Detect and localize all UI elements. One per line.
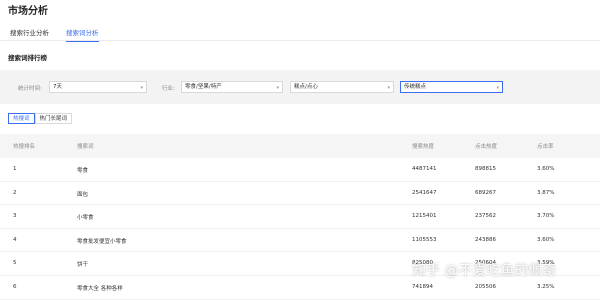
header-ctr[interactable]: 点击率 xyxy=(537,142,554,150)
page-title: 市场分析 xyxy=(8,6,48,17)
header-word[interactable]: 搜索词 xyxy=(77,142,94,150)
subcategory-select-value: 传统糕点 xyxy=(404,84,427,90)
header-click-heat[interactable]: 点击热度 xyxy=(475,142,497,150)
heat-cell: 741894 xyxy=(412,283,433,290)
word-cell[interactable]: 零食 xyxy=(77,166,88,174)
rank-cell: 2 xyxy=(13,189,17,196)
word-cell[interactable]: 饼干 xyxy=(77,260,88,268)
heat-cell: 2541647 xyxy=(412,189,437,196)
period-select-value: 7天 xyxy=(53,84,62,90)
rank-cell: 1 xyxy=(13,166,17,172)
header-rank[interactable]: 热搜排名 xyxy=(13,142,35,150)
word-cell[interactable]: 面包 xyxy=(77,190,88,198)
ctr-cell: 3.60% xyxy=(537,166,555,172)
table-header: 热搜排名 搜索词 搜索热度 点击热度 点击率 xyxy=(0,134,600,158)
table-row[interactable]: 4 零食批发便宜小零食 1105553 243886 3.60% xyxy=(0,229,600,253)
filter-bar: 统计时间: 7天 ▾ 行业: 零食/坚果/特产 ▾ 糕点/点心 ▾ 传统糕点 ▾ xyxy=(0,70,600,104)
category-select[interactable]: 糕点/点心 ▾ xyxy=(290,81,394,93)
period-label: 统计时间: xyxy=(18,86,42,92)
word-cell[interactable]: 小零食 xyxy=(77,213,94,221)
click-heat-cell: 898815 xyxy=(475,166,496,172)
tab-hot-words[interactable]: 热搜词 xyxy=(8,113,35,124)
table-row[interactable]: 3 小零食 1215401 237562 3.70% xyxy=(0,205,600,229)
click-heat-cell: 689267 xyxy=(475,189,496,196)
click-heat-cell: 237562 xyxy=(475,213,496,220)
click-heat-cell: 205506 xyxy=(475,283,496,290)
rank-cell: 4 xyxy=(13,236,17,243)
heat-cell: 1105553 xyxy=(412,236,437,243)
header-heat[interactable]: 搜索热度 xyxy=(412,142,434,150)
ctr-cell: 3.25% xyxy=(537,283,555,290)
ctr-cell: 3.70% xyxy=(537,213,555,220)
word-cell[interactable]: 零食大全 各种各样 xyxy=(77,284,123,292)
word-cell[interactable]: 零食批发便宜小零食 xyxy=(77,237,127,245)
table-row[interactable]: 2 面包 2541647 689267 3.87% xyxy=(0,182,600,206)
chevron-down-icon: ▾ xyxy=(140,85,143,91)
period-select[interactable]: 7天 ▾ xyxy=(49,81,147,93)
subcategory-select[interactable]: 传统糕点 ▾ xyxy=(400,81,503,93)
chevron-down-icon: ▾ xyxy=(276,85,279,91)
word-type-tabs: 热搜词 热门长尾词 xyxy=(8,113,73,124)
watermark: 知乎 @不爱吃鱼的佩奇 xyxy=(412,263,557,279)
category-select-value: 糕点/点心 xyxy=(294,84,318,90)
section-title: 搜索词排行榜 xyxy=(8,54,47,62)
rank-cell: 5 xyxy=(13,260,17,267)
table-row[interactable]: 1 零食 4487141 898815 3.60% xyxy=(0,158,600,182)
ctr-cell: 3.87% xyxy=(537,189,555,196)
industry-label: 行业: xyxy=(162,86,175,92)
ctr-cell: 3.60% xyxy=(537,236,555,243)
click-heat-cell: 243886 xyxy=(475,236,496,243)
heat-cell: 4487141 xyxy=(412,166,437,172)
tabs-divider xyxy=(0,40,600,41)
tab-long-tail-words[interactable]: 热门长尾词 xyxy=(34,113,73,124)
rank-cell: 3 xyxy=(13,213,17,220)
chevron-down-icon: ▾ xyxy=(496,85,499,91)
rank-cell: 6 xyxy=(13,283,17,290)
heat-cell: 1215401 xyxy=(412,213,437,220)
industry-select-value: 零食/坚果/特产 xyxy=(185,84,222,90)
industry-select[interactable]: 零食/坚果/特产 ▾ xyxy=(181,81,283,93)
chevron-down-icon: ▾ xyxy=(387,85,390,91)
